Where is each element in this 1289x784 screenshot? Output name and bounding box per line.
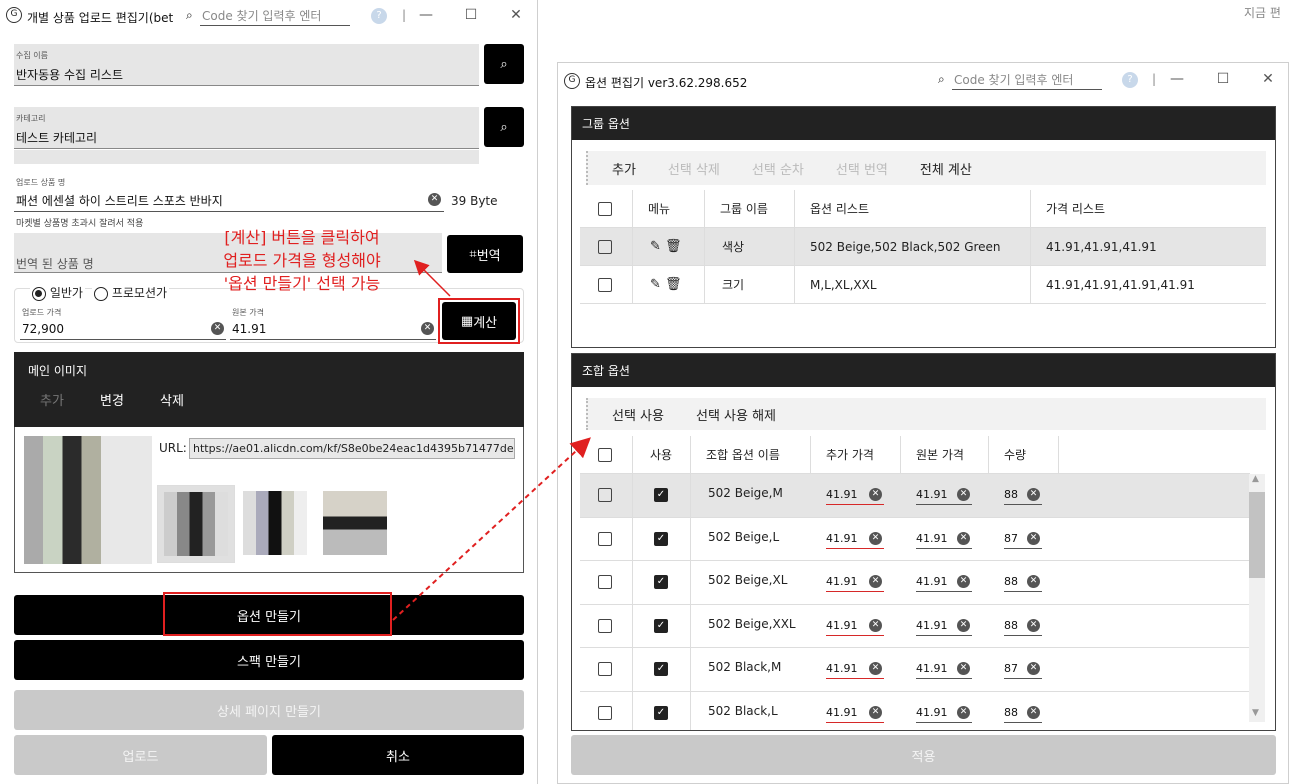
- annotation-arrows: [392, 259, 591, 621]
- arrow-to-combo: [392, 437, 591, 621]
- arrow-to-text: [413, 259, 451, 297]
